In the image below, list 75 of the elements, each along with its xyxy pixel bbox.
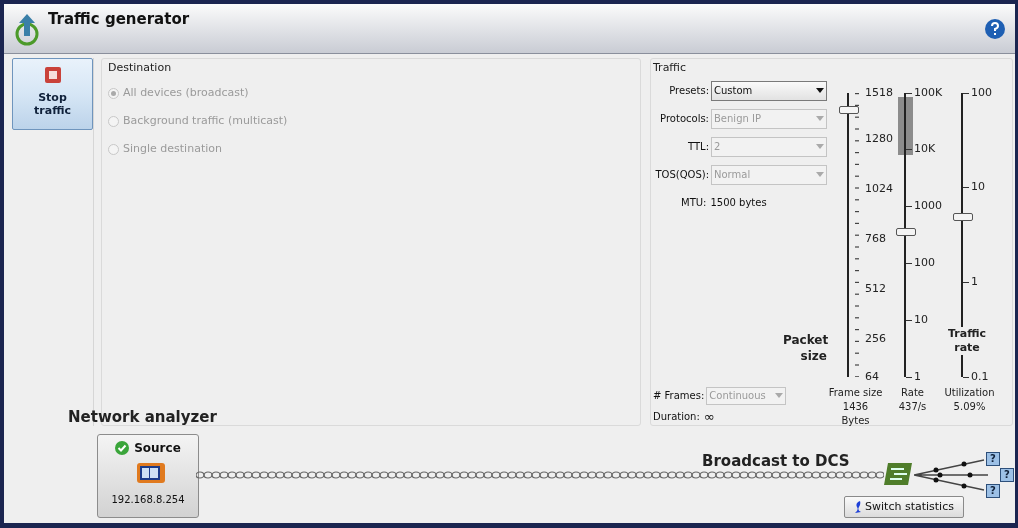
mtu-label: MTU:	[681, 196, 707, 210]
tick-label: 100	[971, 86, 992, 98]
slider-caption: Frame size	[828, 385, 883, 400]
panel-title: Destination	[108, 60, 173, 76]
slider-reading: 5.09%	[953, 399, 986, 414]
tick-label: 1	[971, 275, 978, 287]
refresh-icon	[854, 500, 863, 514]
tick-label: 256	[865, 333, 886, 344]
tick-mark	[906, 92, 912, 94]
stop-traffic-button[interactable]: Stop traffic	[12, 58, 93, 130]
tick-label: 100K	[914, 86, 943, 98]
dropdown[interactable]: Custom	[711, 80, 827, 101]
panel-title: Traffic	[653, 60, 688, 76]
tick-mark	[963, 92, 969, 94]
unknown-device[interactable]: ?	[1000, 468, 1014, 482]
unknown-device[interactable]: ?	[986, 484, 1000, 498]
slider-reading: 437/s	[898, 399, 927, 414]
slider-unit: Bytes	[841, 413, 870, 428]
caret-icon	[816, 144, 824, 149]
tick-label: 0.1	[971, 370, 989, 382]
field-label: Presets:	[668, 84, 709, 98]
tick-label: 512	[865, 283, 886, 294]
tick-label: 1518	[865, 86, 893, 98]
tick-label: 64	[865, 370, 879, 382]
tick-label: 10	[914, 313, 928, 325]
link-label: Broadcast to DCS	[702, 451, 850, 472]
slider-thumb[interactable]	[839, 105, 859, 114]
tick-label: 100	[914, 256, 935, 268]
field-label: # Frames:	[653, 389, 705, 403]
tick-label: 10K	[914, 143, 936, 155]
field-label: TTL:	[687, 140, 709, 154]
radio-label: Single destination	[123, 141, 222, 158]
tick-label: 10	[971, 181, 985, 193]
tick-mark	[963, 376, 969, 378]
tick-label: 1000	[914, 200, 942, 212]
switch-statistics-button[interactable]: Switch statistics	[844, 496, 964, 518]
axis-title: Packet size	[783, 331, 827, 364]
mtu-value: 1500 bytes	[710, 196, 767, 210]
caret-icon	[816, 88, 824, 93]
slider-caption: Rate	[901, 385, 924, 400]
tick-mark	[963, 281, 969, 283]
radio-label: All devices (broadcast)	[123, 85, 249, 102]
switch-icon	[882, 461, 914, 487]
field-label: Protocols:	[659, 112, 709, 126]
axis-title: Traffic rate	[947, 326, 987, 355]
caret-icon	[775, 393, 784, 398]
caret-icon	[816, 172, 824, 177]
field-label: Duration:	[653, 410, 700, 424]
tick-label: 1	[914, 370, 921, 382]
tick-label: 768	[865, 233, 886, 244]
tick-mark	[906, 149, 912, 151]
slider-thumb[interactable]	[953, 213, 973, 222]
window-title: Traffic generator	[48, 9, 190, 30]
source-card[interactable]: Source 192.168.8.254	[97, 434, 199, 518]
tick-mark	[906, 262, 912, 264]
section-title: Network analyzer	[68, 407, 217, 428]
caret-icon	[816, 116, 824, 121]
check-icon	[115, 441, 130, 455]
source-address: 192.168.8.254	[111, 493, 185, 507]
tick-mark	[906, 319, 912, 321]
duration-value: ∞	[703, 410, 715, 423]
slider-caption: Utilization	[944, 385, 995, 400]
tick-mark	[963, 187, 969, 189]
tick-mark	[906, 206, 912, 208]
tick-label: 1280	[865, 133, 893, 144]
help-icon[interactable]	[985, 18, 1005, 39]
radio-label: Background traffic (multicast)	[123, 113, 288, 130]
field-label: TOS(QOS):	[654, 168, 709, 182]
analyzer-device-icon	[136, 462, 166, 484]
unknown-device[interactable]: ?	[986, 452, 1000, 466]
tick-label: 1024	[865, 183, 893, 194]
slider-thumb[interactable]	[896, 227, 916, 236]
slider-reading: 1436	[842, 399, 869, 414]
tick-mark	[906, 376, 912, 378]
stop-icon	[44, 67, 61, 83]
